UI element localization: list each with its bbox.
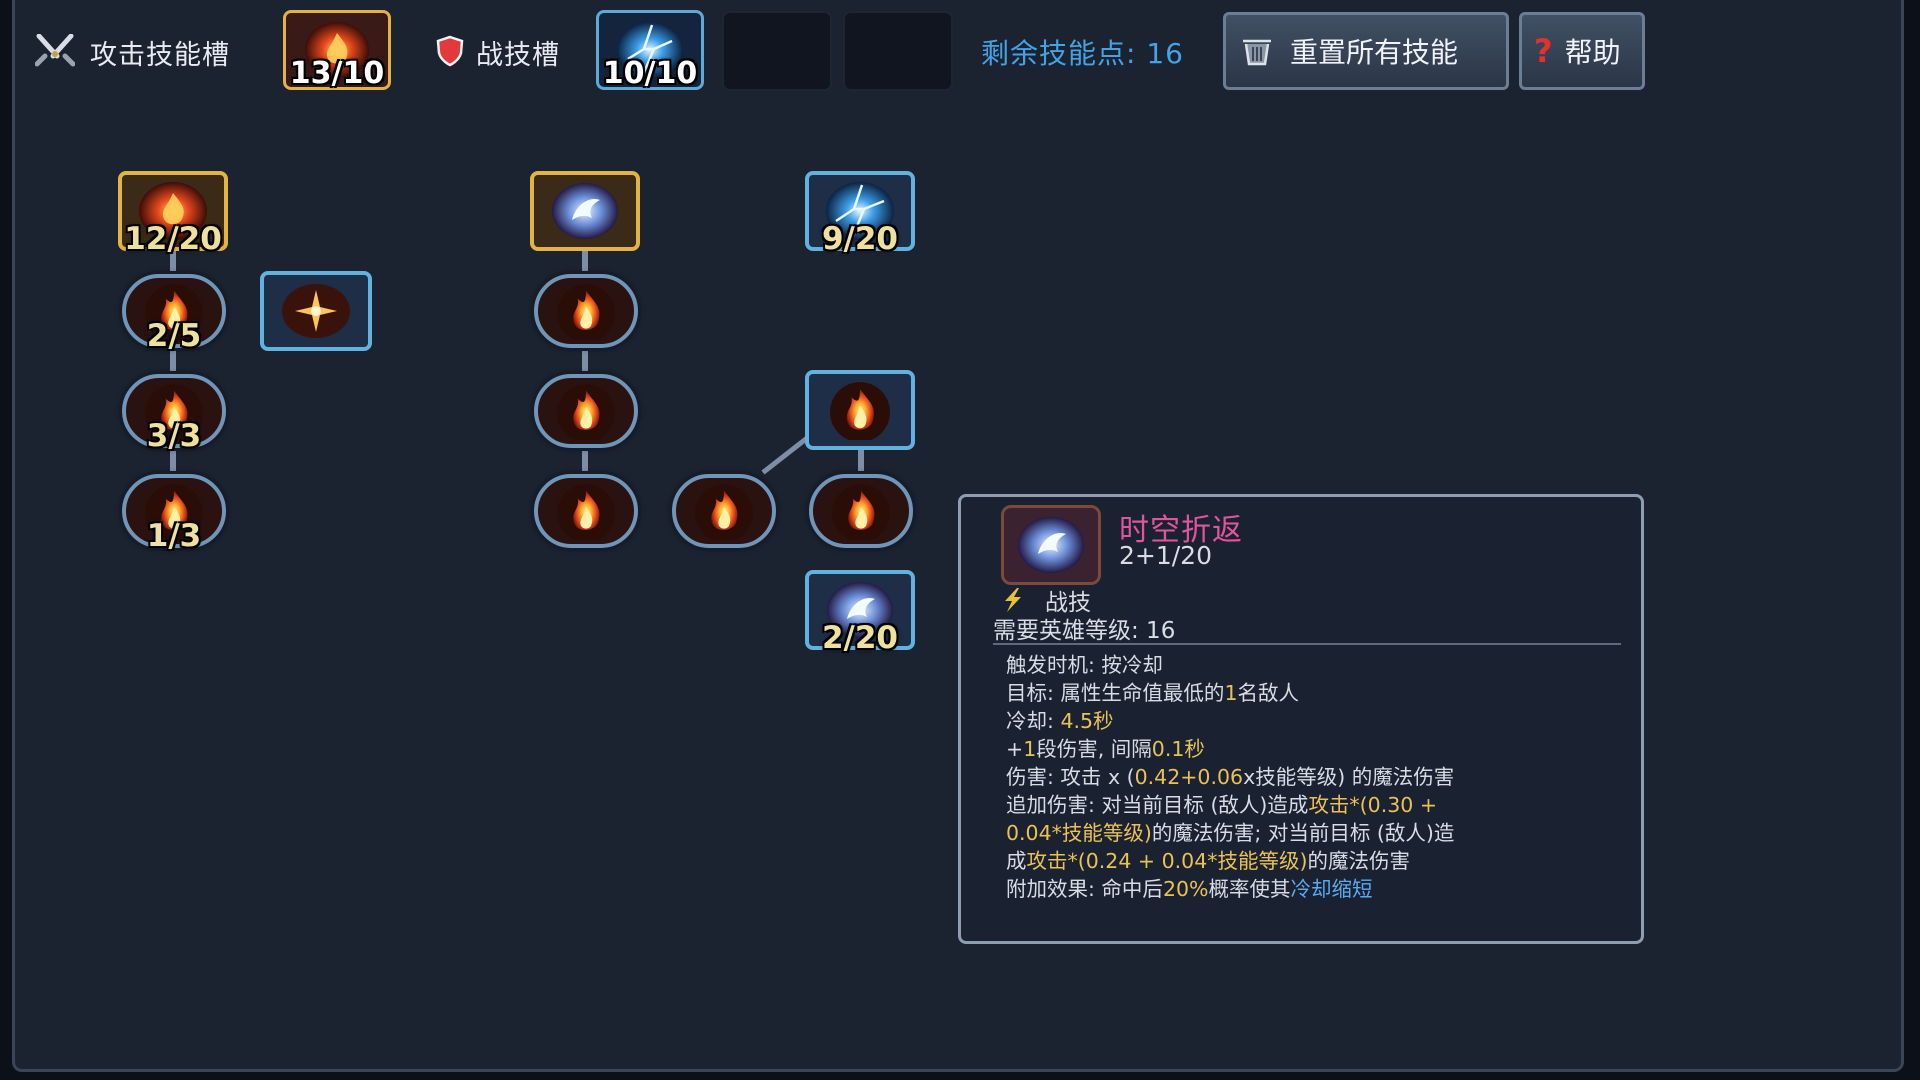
tooltip-damage: 伤害: 攻击 x (0.42+0.06x技能等级) 的魔法伤害 [1006, 765, 1455, 789]
attack-slot-label: 攻击技能槽 [90, 40, 230, 71]
skill-node-lightning[interactable]: 9/20 [805, 171, 915, 257]
skill-tooltip: 时空折返 2+1/20 战技 需要英雄等级: 16 触发时机: 按冷却 目标: … [958, 494, 1644, 944]
reset-button-label: 重置所有技能 [1290, 36, 1459, 69]
shield-icon [436, 35, 464, 67]
skill-panel: 攻击技能槽 13/10 战技槽 10/10 剩余技能点: 16 重置所有技能 ?… [12, 0, 1904, 1072]
skill-node-level: 12/20 [124, 221, 222, 257]
tooltip-cooldown: 冷却: 4.5秒 [1006, 709, 1114, 733]
tooltip-skill-level: 2+1/20 [1119, 541, 1212, 570]
attack-slot-skill[interactable]: 13/10 [283, 10, 391, 91]
reset-all-skills-button[interactable]: 重置所有技能 [1223, 12, 1509, 90]
lightning-bolt-icon [1005, 588, 1021, 612]
skill-node-fire[interactable] [534, 374, 638, 448]
help-button-label: 帮助 [1564, 36, 1621, 69]
flame-icon [557, 484, 615, 540]
flame-icon [557, 284, 615, 340]
skill-node-level: 3/3 [146, 418, 202, 454]
empty-skill-slot-2[interactable] [843, 11, 953, 91]
combat-slot-label: 战技槽 [476, 40, 560, 71]
remaining-skill-points: 剩余技能点: 16 [981, 37, 1184, 70]
skill-node-level: 1/3 [146, 518, 202, 554]
attack-slot-count: 13/10 [289, 56, 385, 91]
flame-icon [832, 484, 890, 540]
skill-node-level: 2/20 [821, 620, 899, 656]
skill-node-fire[interactable]: 2/5 [122, 274, 226, 354]
skill-node-fire[interactable] [534, 274, 638, 348]
tooltip-extra-damage-1: 追加伤害: 对当前目标 (敌人)造成攻击*(0.30 + [1006, 793, 1438, 817]
tooltip-extra-damage-3: 成攻击*(0.24 + 0.04*技能等级)的魔法伤害 [1006, 849, 1410, 873]
tooltip-divider [993, 643, 1621, 645]
flame-icon [695, 484, 753, 540]
trash-icon [1243, 39, 1271, 66]
skill-node-fire-square[interactable] [805, 370, 915, 450]
time-portal-icon [1018, 517, 1084, 573]
time-portal-icon [552, 183, 618, 239]
question-icon: ? [1534, 32, 1553, 70]
tooltip-trigger: 触发时机: 按冷却 [1006, 653, 1163, 677]
tooltip-hits: +1段伤害, 间隔0.1秒 [1006, 737, 1205, 761]
skill-node-level: 2/5 [146, 318, 202, 354]
tooltip-required-level: 需要英雄等级: 16 [993, 618, 1176, 644]
flame-icon [557, 384, 615, 440]
skill-node-fire[interactable] [672, 474, 776, 548]
skill-node-fire[interactable] [534, 474, 638, 548]
tooltip-target: 目标: 属性生命值最低的1名敌人 [1006, 681, 1299, 705]
empty-skill-slot-1[interactable] [722, 11, 832, 91]
combat-slot-skill[interactable]: 10/10 [596, 10, 704, 91]
tooltip-effect: 附加效果: 命中后20%概率使其冷却缩短 [1006, 877, 1373, 901]
skill-node-fire[interactable]: 1/3 [122, 474, 226, 554]
combat-slot-count: 10/10 [602, 56, 698, 91]
help-button[interactable]: ? 帮助 [1519, 12, 1645, 90]
spark-star-icon [282, 284, 350, 338]
skill-node-fire-orb[interactable]: 12/20 [118, 171, 228, 257]
skill-node-spark[interactable] [260, 271, 372, 351]
skill-node-fire[interactable] [809, 474, 913, 548]
tooltip-extra-damage-2: 0.04*技能等级)的魔法伤害; 对当前目标 (敌人)造 [1006, 821, 1455, 845]
crossed-swords-icon [35, 34, 75, 67]
skill-node-time-rewind[interactable]: 2/20 [805, 570, 915, 656]
flame-icon [830, 382, 890, 440]
skill-node-time-rewind-selected[interactable] [530, 171, 640, 251]
skill-node-level: 9/20 [821, 221, 899, 257]
tooltip-skill-icon [1001, 505, 1101, 585]
skill-node-fire[interactable]: 3/3 [122, 374, 226, 454]
